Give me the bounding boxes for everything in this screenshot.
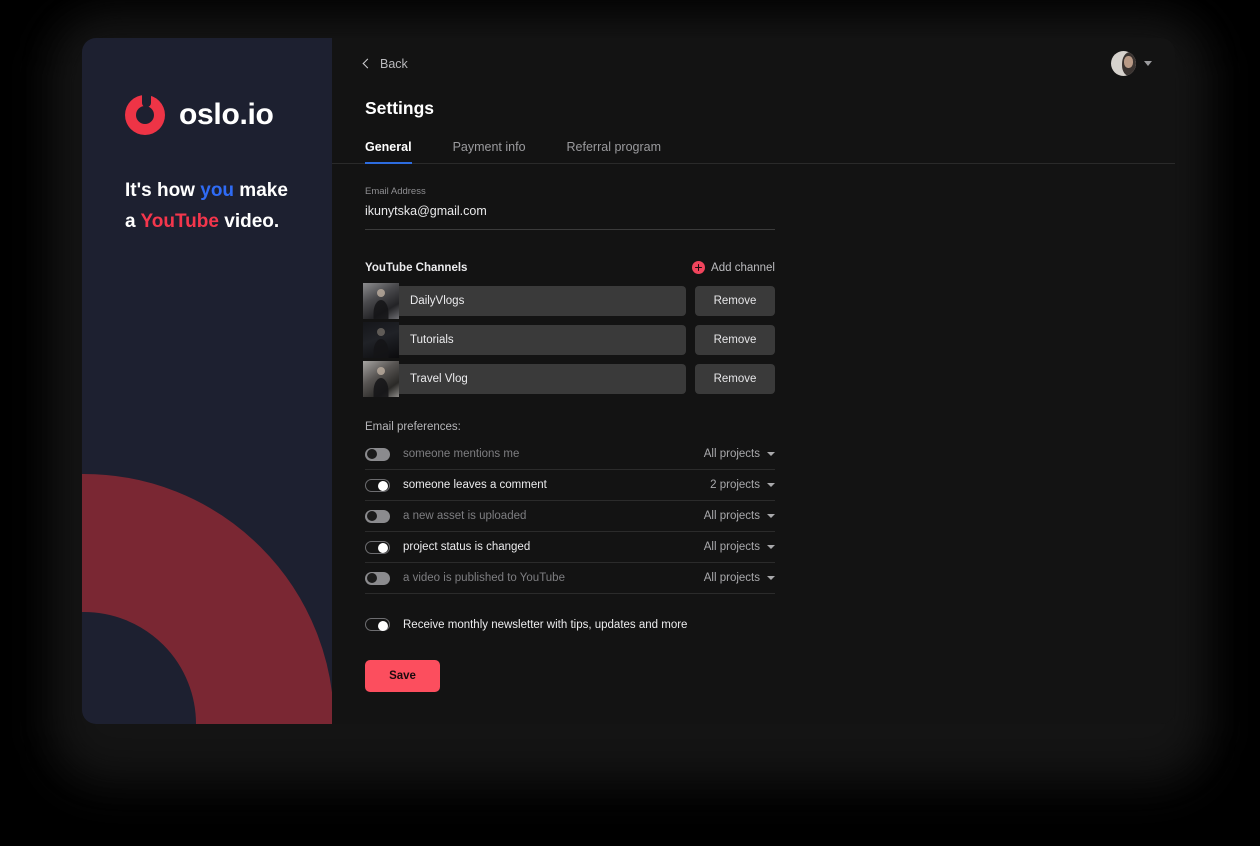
channel-row: Travel Vlog Remove <box>363 361 775 397</box>
toggle-a-video-is-published-to-youtube[interactable] <box>365 571 390 585</box>
brand-sidebar: oslo.io It's how you make a YouTube vide… <box>82 38 332 724</box>
tab-general-label: General <box>365 140 412 154</box>
newsletter-row: Receive monthly newsletter with tips, up… <box>365 618 775 631</box>
channel-thumbnail-icon <box>363 361 399 397</box>
main-panel: Back Settings General Payment info Refer… <box>332 38 1175 724</box>
brand-name: oslo.io <box>179 98 274 131</box>
channel-thumbnail-icon <box>363 322 399 358</box>
preference-row-comment: someone leaves a comment 2 projects <box>365 470 775 501</box>
preferences-title: Email preferences: <box>365 421 461 433</box>
channel-name: Tutorials <box>410 334 454 346</box>
scope-value: All projects <box>703 510 760 522</box>
scope-select-status[interactable]: All projects <box>704 541 775 553</box>
channel-row: Tutorials Remove <box>363 322 775 358</box>
tab-referral-program[interactable]: Referral program <box>567 140 661 163</box>
scope-select-published[interactable]: All projects <box>704 572 775 584</box>
tagline-line2-pre: a <box>125 210 141 232</box>
tagline-highlight-youtube: YouTube <box>140 210 219 232</box>
chevron-down-icon <box>767 452 775 456</box>
preference-label: a new asset is uploaded <box>403 510 527 522</box>
remove-channel-button-dailyvlogs[interactable]: Remove <box>695 286 775 316</box>
preference-row-mentions: someone mentions me All projects <box>365 439 775 470</box>
email-field-group: Email Address <box>365 186 775 230</box>
tagline-line1-post: make <box>234 180 288 201</box>
chevron-down-icon <box>1144 61 1152 66</box>
account-menu[interactable] <box>1111 51 1152 76</box>
tab-payment-info[interactable]: Payment info <box>453 140 526 163</box>
tagline-highlight-you: you <box>200 180 235 201</box>
tagline-line1-pre: It's how <box>125 180 201 201</box>
channels-section-title: YouTube Channels <box>365 261 468 274</box>
add-channel-button[interactable]: Add channel <box>692 261 775 274</box>
top-bar: Back <box>332 38 1175 84</box>
toggle-project-status-is-changed[interactable] <box>365 540 390 554</box>
remove-channel-button-travel-vlog[interactable]: Remove <box>695 364 775 394</box>
app-window: oslo.io It's how you make a YouTube vide… <box>82 38 1175 724</box>
scope-value: 2 projects <box>710 479 760 491</box>
preference-row-status: project status is changed All projects <box>365 532 775 563</box>
tab-referral-program-label: Referral program <box>566 140 662 154</box>
channel-row: DailyVlogs Remove <box>363 283 775 319</box>
email-input[interactable] <box>365 204 775 218</box>
chevron-left-icon <box>362 58 373 69</box>
scope-value: All projects <box>703 448 760 460</box>
preference-row-asset: a new asset is uploaded All projects <box>365 501 775 532</box>
channels-section-header: YouTube Channels Add channel <box>365 261 775 274</box>
email-field-label: Email Address <box>365 186 426 197</box>
preference-row-published: a video is published to YouTube All proj… <box>365 563 775 594</box>
chevron-down-icon <box>767 483 775 487</box>
preference-label: project status is changed <box>403 541 531 553</box>
scope-value: All projects <box>703 541 760 553</box>
tab-general[interactable]: General <box>365 140 412 164</box>
screenshot-stage: oslo.io It's how you make a YouTube vide… <box>0 0 1260 846</box>
newsletter-label: Receive monthly newsletter with tips, up… <box>403 618 688 631</box>
tagline-line2-post: video. <box>218 210 280 232</box>
remove-channel-button-tutorials[interactable]: Remove <box>695 325 775 355</box>
preference-label: someone leaves a comment <box>403 479 547 491</box>
plus-circle-icon <box>692 261 706 274</box>
add-channel-label: Add channel <box>711 261 775 274</box>
toggle-a-new-asset-is-uploaded[interactable] <box>365 509 390 523</box>
back-label: Back <box>380 56 408 71</box>
toggle-someone-leaves-a-comment[interactable] <box>365 478 390 492</box>
save-button[interactable]: Save <box>365 660 440 692</box>
scope-select-comment[interactable]: 2 projects <box>710 479 775 491</box>
settings-tabs: General Payment info Referral program <box>332 119 1175 164</box>
settings-form: Email Address YouTube Channels Add chann… <box>332 164 775 692</box>
preference-label: someone mentions me <box>403 448 520 460</box>
chevron-down-icon <box>767 514 775 518</box>
brand-lockup: oslo.io <box>82 38 332 135</box>
tab-payment-info-label: Payment info <box>452 140 526 154</box>
scope-select-asset[interactable]: All projects <box>704 510 775 522</box>
channel-card-dailyvlogs[interactable]: DailyVlogs <box>363 283 686 319</box>
channel-thumbnail-icon <box>363 283 399 319</box>
channel-name: Travel Vlog <box>410 373 468 385</box>
channel-card-tutorials[interactable]: Tutorials <box>363 322 686 358</box>
toggle-someone-mentions-me[interactable] <box>365 447 390 461</box>
oslo-ring-icon <box>125 93 165 135</box>
chevron-down-icon <box>767 545 775 549</box>
channel-card-travel-vlog[interactable]: Travel Vlog <box>363 361 686 397</box>
toggle-newsletter[interactable] <box>365 618 390 631</box>
scope-select-mentions[interactable]: All projects <box>704 448 775 460</box>
channel-name: DailyVlogs <box>410 295 465 307</box>
scope-value: All projects <box>703 572 760 584</box>
avatar <box>1111 51 1136 76</box>
decorative-arc <box>82 474 332 724</box>
page-title: Settings <box>365 98 435 118</box>
brand-tagline: It's how you make a YouTube video. <box>82 135 292 238</box>
chevron-down-icon <box>767 576 775 580</box>
preference-label: a video is published to YouTube <box>403 572 565 584</box>
back-button[interactable]: Back <box>362 56 408 71</box>
